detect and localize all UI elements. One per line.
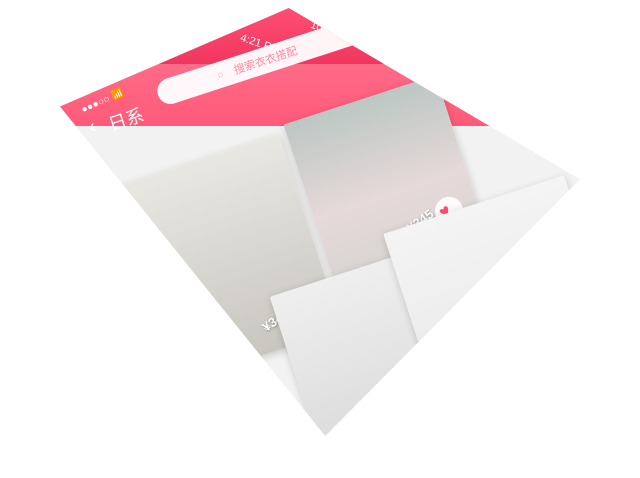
people-icon: 👥 (467, 386, 490, 408)
accessories-icon: 🎎 (466, 346, 488, 367)
fab-item-accessories[interactable]: 🎎 饰物 (463, 346, 496, 379)
fab-item-label: 身材 (497, 324, 519, 340)
heart-icon: ♡ (579, 317, 605, 344)
fab-item-label: 风格 (473, 403, 494, 419)
favorite-button[interactable]: ♡ (574, 312, 605, 352)
bag-icon: 🛍 (537, 317, 560, 339)
fab-item-style[interactable]: 👥 风格 (464, 386, 497, 419)
gift-icon: 🎁 (503, 408, 525, 430)
fab-item-label: 品位 (543, 334, 564, 350)
fab-item-taste[interactable]: 🛍 品位 (534, 317, 567, 350)
fab-item-label: 饰物 (471, 363, 492, 379)
fab-item-label: 精选 (508, 425, 529, 441)
search-icon: ⌕ (214, 65, 227, 83)
fab-center-button[interactable]: ◉ (497, 347, 541, 391)
fab-item-body-type[interactable]: 👗 身材 (489, 307, 522, 340)
dress-icon: 👗 (492, 307, 515, 328)
fab-item-featured[interactable]: 🎁 精选 (500, 408, 533, 441)
product-price: ¥345 (551, 333, 585, 363)
camera-icon: ◉ (506, 355, 528, 380)
phone-screen: ●●●○○ 📶 4:21 PM 100% ‹ 日系 ⌕ 搜索衣衣搭配 ¥345 … (60, 8, 580, 436)
